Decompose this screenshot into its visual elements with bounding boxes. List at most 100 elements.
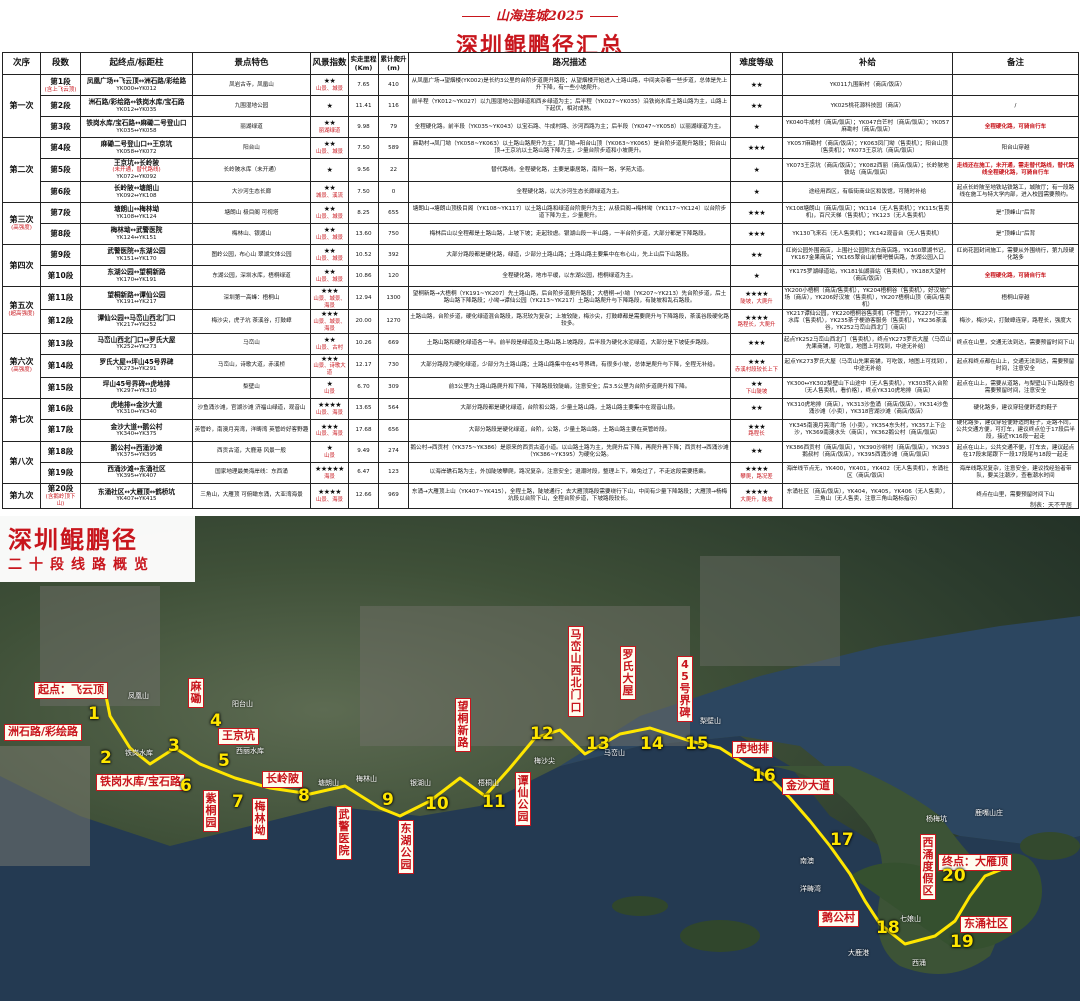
stars-cell: ★★ 城景、溪流	[310, 181, 349, 204]
map-label: 梅林坳	[252, 798, 268, 841]
difficulty-stars: ★★★	[747, 229, 766, 238]
scenery-stars: ★★★	[320, 310, 339, 319]
climb-cell: 309	[378, 376, 409, 399]
stars-cell: ★★ 丽湖绿道	[310, 116, 349, 138]
note-text: 是“顶峰山”后背	[995, 230, 1036, 237]
segment-label: 第1段	[50, 76, 71, 86]
table-row: 第八次 第18段 鹅公村↔西涌沙滩 YK375↔YK395 西贡古道，大鹿港 风景一般 ★…	[2, 440, 1079, 484]
route-code: YK092↔YK108	[116, 192, 157, 199]
table-row: 第2段 洲石路/彩绘路↔铁岗水库/宝石路 YK012↔YK035 九围湿地公园 ★ 11.…	[3, 95, 1079, 117]
table-row: 第二次 第4段 麻磡二号登山口↔王京坑 YK058↔YK072 阳台山 ★★ 山景、城景 7.…	[2, 136, 1079, 204]
supply-cell: YK073王京坑（商店/饭店）；YK082西丽（商店/饭店）；长岭陂地铁站（商店…	[782, 157, 953, 183]
route-cell: 谭仙公园↔马峦山西北门口 YK217↔YK252	[80, 309, 193, 334]
segment-cell: 第17段	[40, 418, 81, 442]
segment-number: 6	[180, 776, 192, 796]
difficulty-stars: ★★★★	[744, 487, 769, 496]
segment-number: 17	[830, 830, 854, 850]
scenery-stars: ★★★★★	[315, 465, 344, 474]
scenery-stars: ★★★★	[317, 401, 342, 410]
segment-cell: 第6段	[40, 181, 81, 204]
climb-cell: 1300	[378, 286, 409, 311]
trip-label: 第四次	[9, 260, 34, 270]
scenery-cell: 马峦山	[192, 332, 311, 355]
route-name: 望桐新路↔谭仙公园	[107, 290, 166, 299]
supply-cell: YK300↔YK302梨壁山下山途中（无人售卖机），YK303转入台阶（无人售卖…	[782, 376, 953, 399]
supply-cell: 海岸线节点无，YK400，YK401，YK402（无人售卖机），东涌社区（商店/…	[782, 461, 953, 484]
route-code: YK058↔YK072	[116, 148, 157, 155]
climb-cell: 656	[378, 418, 409, 442]
route-code: YK310↔YK340	[116, 409, 157, 416]
supply-cell: YK200小梧桐（商店/售卖机），YK204梧桐谷（售卖机），好汉坡广场（商店）…	[782, 286, 953, 311]
segment-cell: 第8段	[40, 223, 81, 246]
route-name: 铁岗水库/宝石路↔麻磡二号登山口	[86, 119, 187, 128]
stars-cell: ★★ 山景、城景	[310, 74, 349, 96]
map-label: 长岭陂	[262, 771, 303, 788]
stars-cell: ★★★★★ 海景	[310, 461, 349, 484]
route-code: YK191↔YK217	[116, 298, 157, 305]
supply-cell: 起点YK252马峦山西北门（售卖机），终点YK273罗氏大屋（马峦山先果商铺，可…	[782, 332, 953, 355]
note-cell: 全程硬化路，可骑自行车	[952, 265, 1079, 288]
distance-cell: 9.49	[348, 440, 379, 463]
stars-cell: ★★★ 山景、诗歌大道	[310, 353, 349, 378]
description-cell: 大部分路段都是硬化路，绿道，少部分土路山路；土路山路主要集中在布心山，先上山后下…	[408, 244, 731, 267]
climb-cell: 1270	[378, 309, 409, 334]
description-cell: 前半程（YK012~YK027）以九围湿地公园绿道和西乡绿道为主；后半程（YK0…	[408, 95, 731, 117]
table-row: 第七次 第16段 虎地排↔金沙大道 YK310↔YK340 沙鱼涌沙滩，官湖沙滩 济福山…	[2, 397, 1079, 442]
description-cell: 以海岸礁石路为主，外加陡坡攀爬，路况复杂，注意安全；退潮时段，整理上下，难免过了…	[408, 461, 731, 484]
description-cell: 全程硬化路，以大沙河生态长廊绿道为主。	[408, 181, 731, 204]
difficulty-cell: ★★★ 赤溪村段较长上下	[730, 353, 783, 378]
segment-label: 第7段	[50, 208, 71, 218]
description-cell: 鹅公村→西贡村（YK375~YK386）是原来的西贡古道小道。以山路土路为主，先…	[408, 440, 731, 463]
segment-cell: 第4段	[40, 137, 81, 159]
col-header: 实走里程(Km)	[348, 52, 379, 75]
trip-label: 第七次	[9, 414, 34, 424]
difficulty-stars: ★★★★	[744, 290, 769, 299]
route-cell: 西涌沙滩↔东涌社区 YK395↔YK407	[80, 461, 193, 484]
col-header: 景点特色	[192, 52, 311, 75]
note-text: 阳台山穿越	[1001, 144, 1030, 151]
stars-cell: ★★ 山景、古村	[310, 332, 349, 355]
difficulty-stars: ★★	[750, 101, 763, 110]
segment-number: 14	[640, 734, 664, 754]
trip-cell: 第八次	[2, 440, 41, 484]
route-code: YK395↔YK407	[116, 473, 157, 480]
route-cell: 金沙大道↔鹅公村 YK340↔YK375	[80, 418, 193, 442]
trip-cell: 第四次	[2, 244, 41, 288]
segment-number: 1	[88, 704, 100, 724]
note-cell: 全程硬化路，可骑自行车	[952, 116, 1079, 138]
table-row: 第5段 王京坑↔长岭陂 (未开通，替代路线) YK072↔YK092 长岭陂水库（未开通…	[3, 157, 1079, 183]
difficulty-stars: ★★	[750, 404, 763, 413]
trip-cell: 第七次	[2, 397, 41, 442]
segment-cell: 第16段	[40, 397, 81, 420]
col-header: 段数	[40, 52, 81, 75]
scenery-stars: ★★	[323, 205, 336, 214]
description-cell: 土路山路，台阶步道，硬化绿道混合路段，路况较为复杂；上坡较陡，梅沙尖，打鼓嶂都是…	[408, 309, 731, 334]
col-header: 风景指数	[310, 52, 349, 75]
map-label: 东湖公园	[398, 820, 414, 875]
scenery-tags: 山景、城景	[316, 256, 343, 263]
map-label: 虎地排	[732, 741, 773, 758]
scenery-tags: 山景、城景	[316, 235, 343, 242]
table-row: 第三次 (高强度) 第7段 塘朗山↔梅林坳 YK108↔YK124 塘朗山 极目阁 可视塔…	[2, 202, 1079, 246]
supply-cell: YK130飞来石（无人售卖机）；YK142观音台（无人售卖机）	[782, 223, 953, 246]
stars-cell: ★	[310, 95, 349, 117]
route-code: YK000↔YK012	[116, 85, 157, 92]
difficulty-stars: ★★★★	[744, 465, 769, 474]
scenery-stars: ★★	[323, 184, 336, 193]
route-cell: 虎地排↔金沙大道 YK310↔YK340	[80, 397, 193, 420]
segment-label: 第16段	[47, 403, 74, 413]
trip-label: 第六次	[9, 357, 34, 367]
route-code: YK273↔YK291	[116, 366, 157, 373]
scenery-stars: ★★★★	[317, 487, 342, 496]
note-cell: 终点在山里，交通无法到达，需要预留时间下山	[952, 332, 1079, 355]
stars-cell: ★★★ 山景、城景、海景	[310, 309, 349, 334]
route-cell: 铁岗水库/宝石路↔麻磡二号登山口 YK035↔YK058	[80, 116, 193, 138]
climb-cell: 392	[378, 244, 409, 267]
map-label: 鹅公村	[818, 910, 859, 927]
climb-cell: 564	[378, 397, 409, 420]
note-cell: 起点和终点都在山上，交通无法到达，需要预留时间，注意安全	[952, 353, 1079, 378]
segment-cell: 第3段	[40, 116, 81, 138]
place-name: 银湖山	[410, 779, 431, 787]
scenery-cell: 东湖公园，深圳水库，梧桐绿道	[192, 265, 311, 288]
col-header: 备注	[952, 52, 1079, 75]
